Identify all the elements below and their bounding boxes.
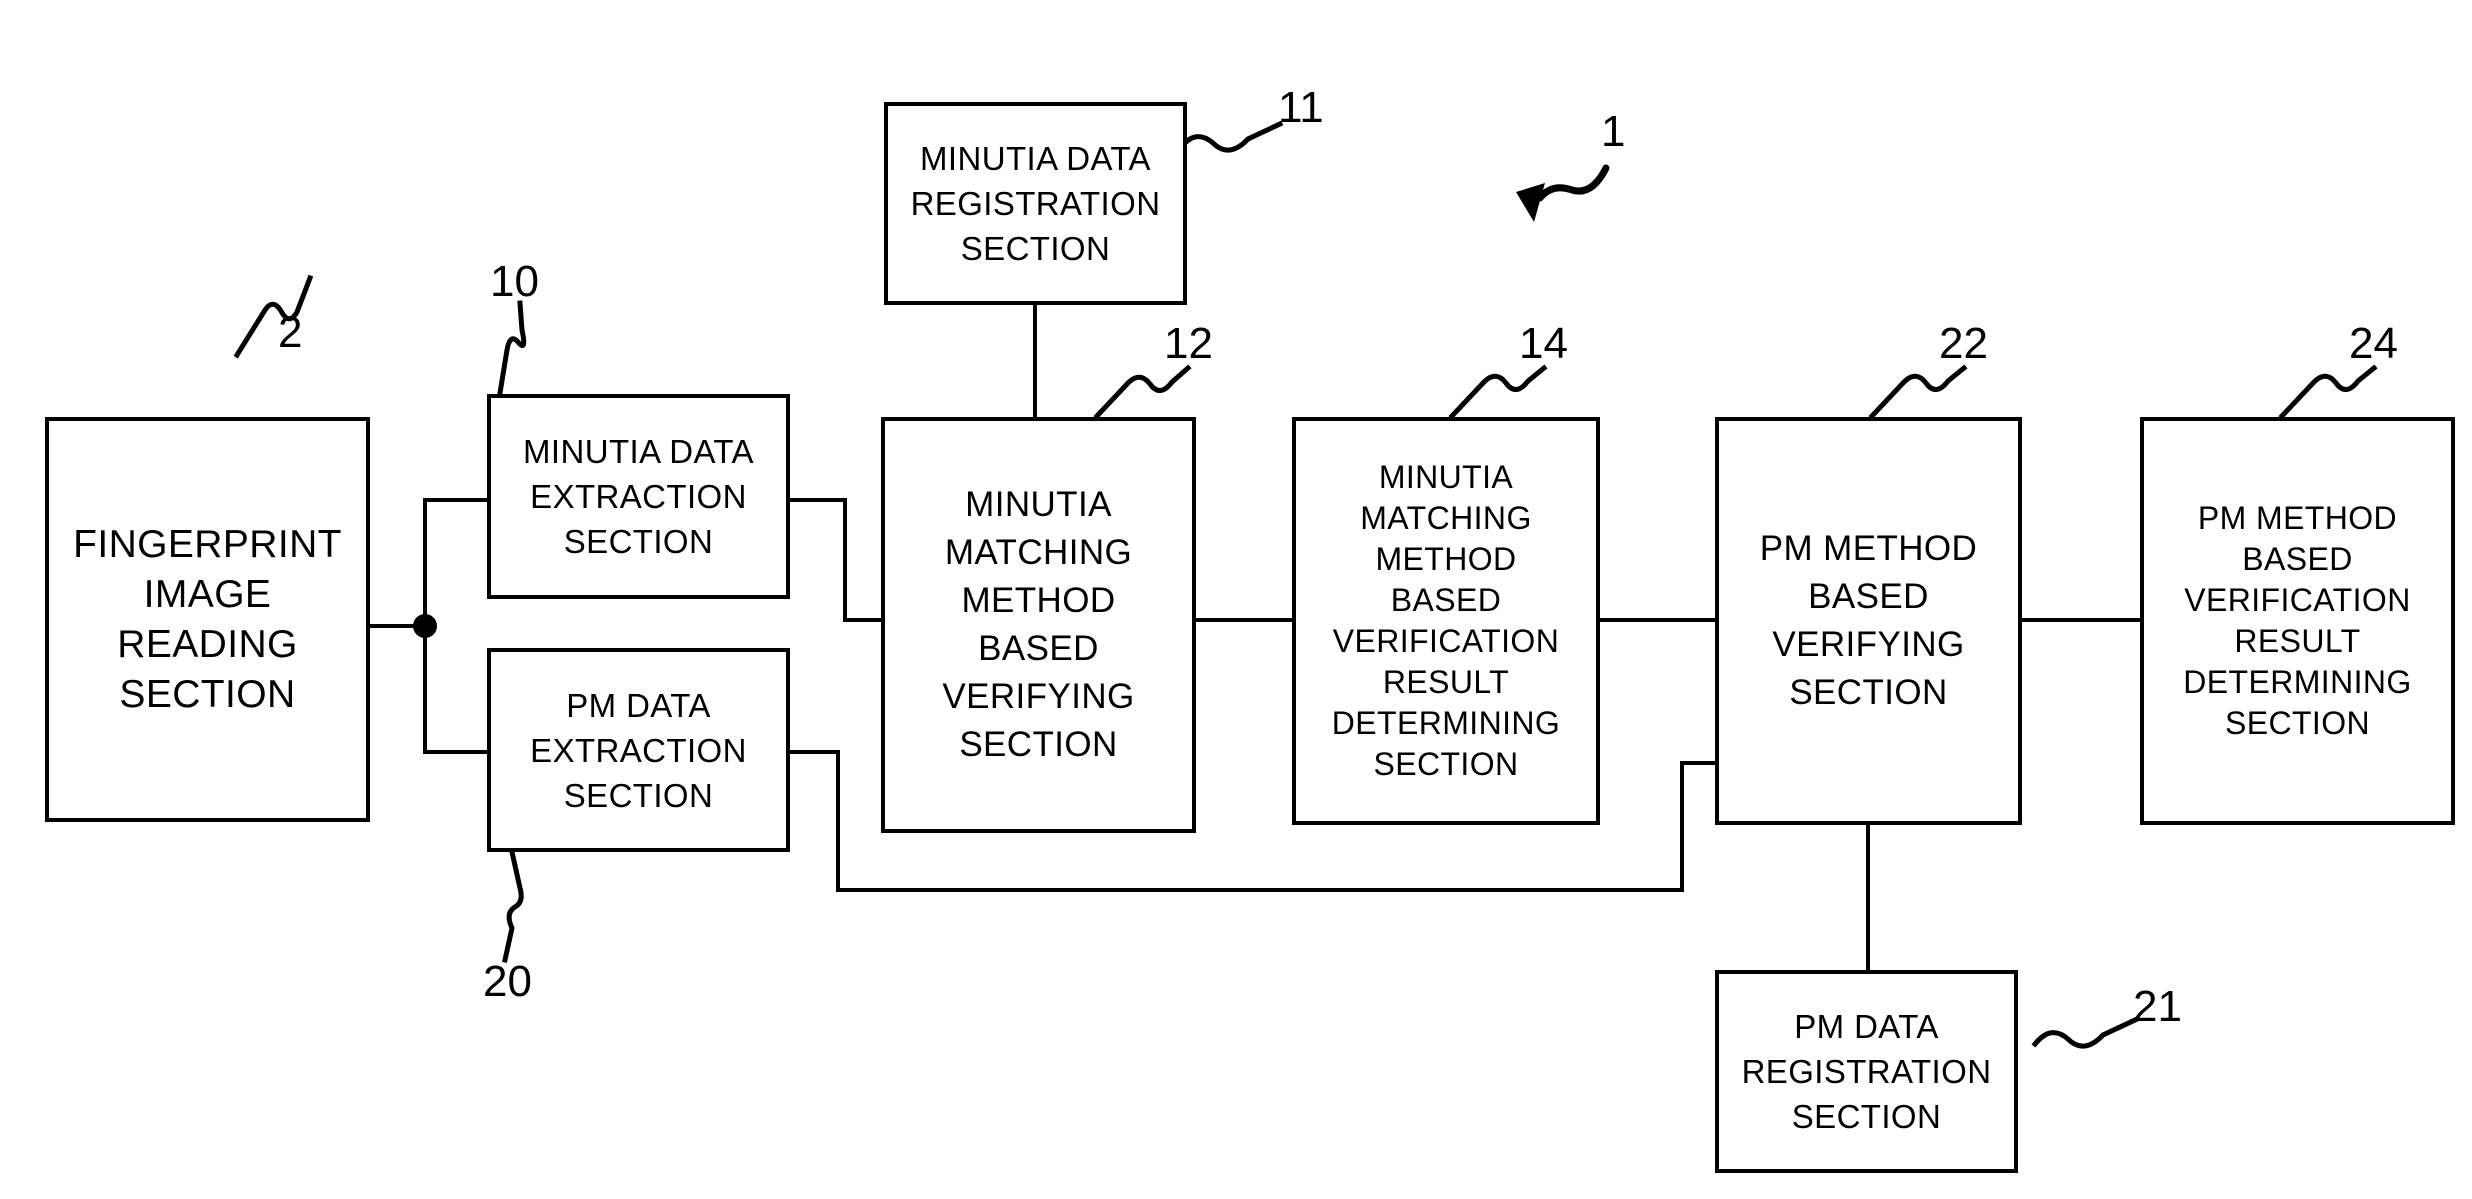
block-label-line: PM METHOD [2197,500,2398,536]
block-pm-data-extraction-section[interactable]: PM DATA EXTRACTION SECTION [487,648,790,852]
block-label-line: MINUTIA DATA [920,140,1151,177]
reference-number-14: 14 [1519,319,1568,368]
block-label-line: PM DATA [1794,1008,1939,1045]
block-label-line: METHOD [1375,541,1517,577]
block-minutia-data-extraction-section[interactable]: MINUTIA DATA EXTRACTION SECTION [487,394,790,599]
block-label-line: REGISTRATION [910,185,1161,222]
block-label-line: VERIFYING [1772,625,1965,664]
block-fingerprint-image-reading-section[interactable]: FINGERPRINT IMAGE READING SECTION [45,417,370,822]
reference-number-22: 22 [1939,319,1988,368]
reference-number-21: 21 [2133,982,2182,1031]
reference-number-24: 24 [2349,319,2398,368]
block-minutia-matching-method-based-verification-result-determining-section[interactable]: MINUTIA MATCHING METHOD BASED VERIFICATI… [1292,417,1600,825]
leader-ref-12 [1093,364,1192,420]
leader-ref-22 [1868,364,1968,420]
reference-number-1: 1 [1601,107,1626,156]
block-label-line: SECTION [563,776,714,814]
reference-number-2: 2 [278,308,303,357]
block-label-line: DETERMINING [1331,705,1561,741]
block-label-line: SECTION [563,523,714,560]
block-label-line: RESULT [2234,623,2361,659]
block-label-line: SECTION [1373,746,1519,782]
block-label-line: DETERMINING [2183,664,2412,700]
reference-number-10: 10 [490,257,539,306]
block-label-line: SECTION [959,725,1118,764]
reference-number-11: 11 [1278,83,1324,132]
leader-ref-10 [497,300,527,396]
block-label-line: MINUTIA [965,485,1112,524]
reference-number-20: 20 [483,957,532,1006]
leader-ref-14 [1448,364,1548,420]
block-label-line: VERIFYING [942,677,1135,716]
block-label-line: MATCHING [944,533,1133,572]
block-label-line: BASED [978,629,1099,668]
connector-lines-layer [233,120,2378,1049]
block-label-line: IMAGE [143,572,272,616]
block-label-line: MINUTIA DATA [523,433,754,470]
block-label-line: MINUTIA [1378,459,1514,495]
block-label-line: RESULT [1382,664,1510,700]
block-minutia-matching-method-based-verifying-section[interactable]: MINUTIA MATCHING METHOD BASED VERIFYING … [881,417,1196,833]
block-label-line: SECTION [119,672,296,716]
block-label-line: PM METHOD [1759,529,1978,568]
block-label-line: PM DATA [566,686,711,724]
leader-ref-20 [502,849,524,963]
block-label-line: BASED [1390,582,1502,618]
block-label-line: METHOD [961,581,1116,620]
leader-ref-1 [1536,164,1610,202]
leader-ref-21 [2031,1016,2139,1049]
block-label-line: EXTRACTION [530,731,747,769]
block-label-line: REGISTRATION [1741,1053,1992,1090]
block-label-line: BASED [1808,577,1929,616]
block-pm-method-based-verification-result-determining-section[interactable]: PM METHOD BASED VERIFICATION RESULT DETE… [2140,417,2455,825]
block-label-line: SECTION [960,230,1111,267]
reference-number-12: 12 [1164,319,1213,368]
block-label-line: SECTION [1791,1098,1942,1135]
block-label-line: VERIFICATION [1332,623,1560,659]
block-label-line: VERIFICATION [2184,582,2411,618]
block-label-line: FINGERPRINT [73,522,342,566]
arrowhead-ref-1 [1516,183,1545,222]
block-label-line: MATCHING [1360,500,1532,536]
block-label-line: SECTION [2224,705,2371,741]
junction-dot [413,614,437,638]
leader-ref-11 [1176,120,1284,153]
block-label-line: READING [117,622,298,666]
block-pm-data-registration-section[interactable]: PM DATA REGISTRATION SECTION [1715,970,2018,1173]
block-label-line: SECTION [1789,673,1948,712]
block-minutia-data-registration-section[interactable]: MINUTIA DATA REGISTRATION SECTION [884,102,1187,305]
block-label-line: EXTRACTION [530,478,747,515]
patent-figure: FINGERPRINT IMAGE READING SECTION MINUTI… [0,0,2472,1199]
leader-ref-24 [2278,364,2378,420]
block-label-line: BASED [2242,541,2353,577]
block-pm-method-based-verifying-section[interactable]: PM METHOD BASED VERIFYING SECTION [1715,417,2022,825]
